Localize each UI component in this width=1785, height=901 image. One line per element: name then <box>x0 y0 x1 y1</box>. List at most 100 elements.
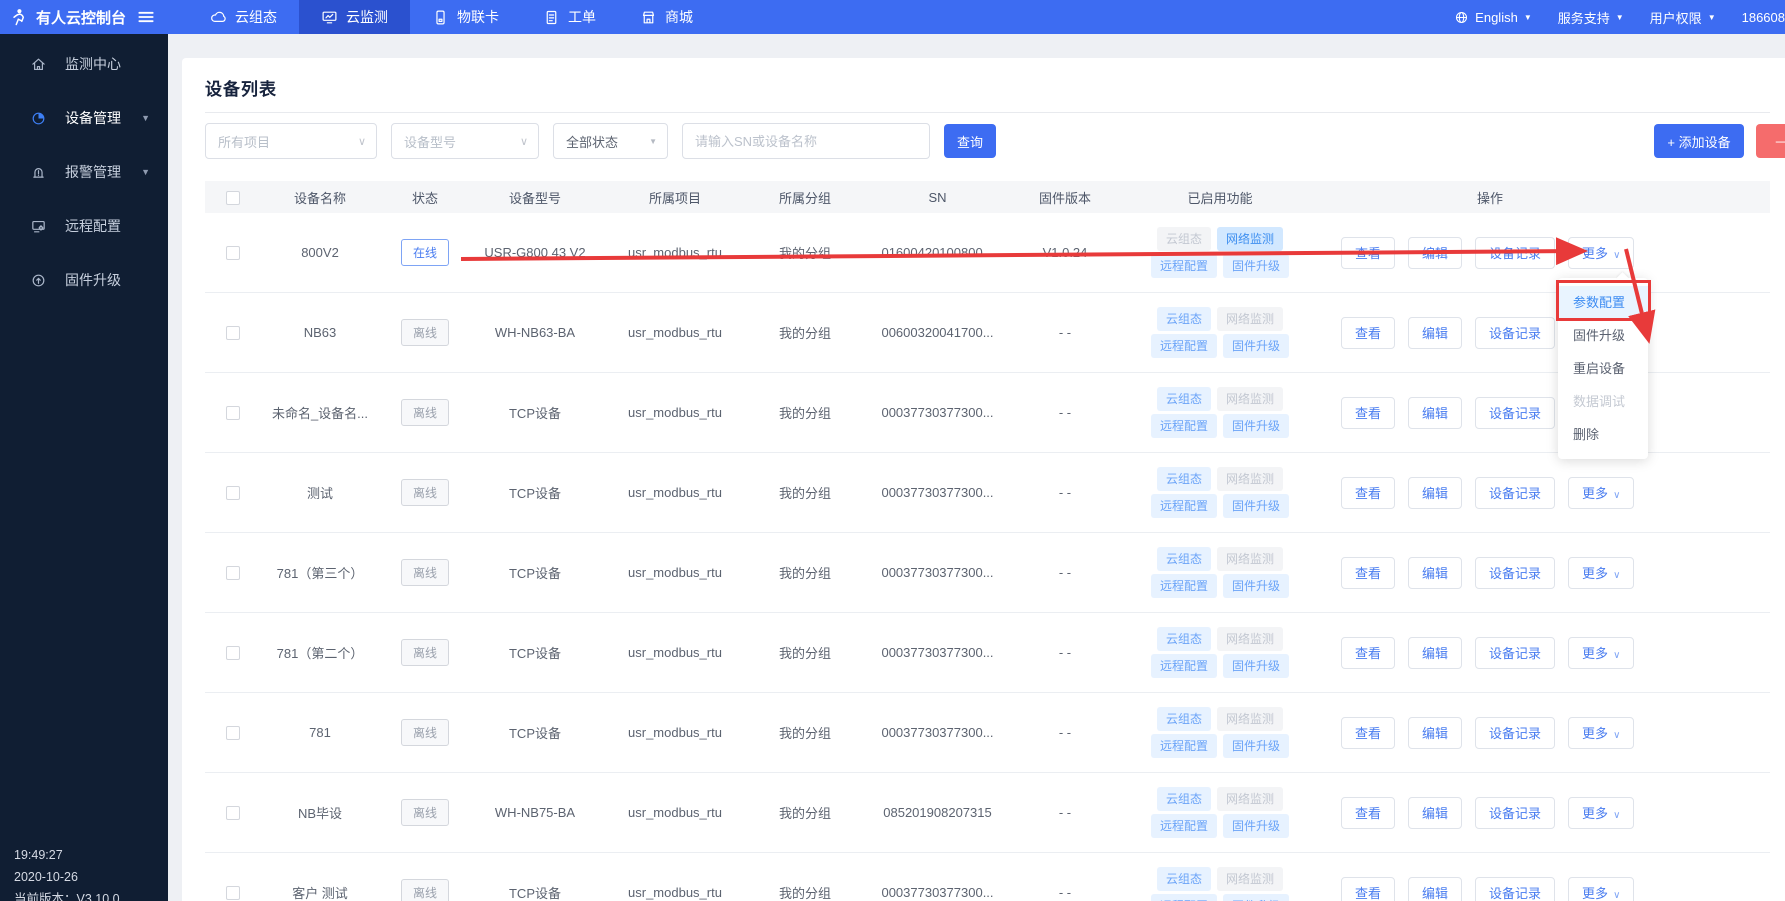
edit-button[interactable]: 编辑 <box>1408 477 1462 509</box>
nav-item-1[interactable]: 云组态 <box>188 0 299 34</box>
cell-group: 我的分组 <box>750 883 860 901</box>
sidebar-item-label: 固件升级 <box>65 270 121 290</box>
usr-person-logo-icon <box>9 7 29 27</box>
row-checkbox[interactable] <box>226 726 240 740</box>
status-select[interactable]: 全部状态 ▼ <box>553 123 668 159</box>
cell-device-model: TCP设备 <box>470 563 600 582</box>
feature-tag-line: 远程配置固件升级 <box>1115 814 1325 838</box>
edit-button[interactable]: 编辑 <box>1408 797 1462 829</box>
view-button[interactable]: 查看 <box>1341 797 1395 829</box>
cell-sn: 00600320041700... <box>860 325 1015 340</box>
view-button[interactable]: 查看 <box>1341 397 1395 429</box>
row-actions: 查看编辑设备记录更多∨ <box>1325 877 1770 901</box>
row-actions: 查看编辑设备记录更多∨ <box>1325 397 1770 429</box>
main-content: 设备列表 所有项目 ∨ 设备型号 ∨ 全部状态 ▼ 查询 + 添加设备 － 设备… <box>168 34 1785 901</box>
row-checkbox[interactable] <box>226 806 240 820</box>
device-record-button[interactable]: 设备记录 <box>1475 317 1555 349</box>
edit-button[interactable]: 编辑 <box>1408 317 1462 349</box>
dropdown-item[interactable]: 固件升级 <box>1558 319 1648 352</box>
feature-tag-line: 云组态网络监测 <box>1115 227 1325 251</box>
dropdown-item[interactable]: 重启设备 <box>1558 352 1648 385</box>
edit-button[interactable]: 编辑 <box>1408 237 1462 269</box>
add-device-button[interactable]: + 添加设备 <box>1654 124 1744 158</box>
nav-item-2[interactable]: 云监测 <box>299 0 410 34</box>
hamburger-menu-icon[interactable] <box>136 7 156 27</box>
view-button[interactable]: 查看 <box>1341 477 1395 509</box>
feature-tag: 云组态 <box>1157 227 1211 251</box>
edit-button[interactable]: 编辑 <box>1408 637 1462 669</box>
column-header: SN <box>860 190 1015 205</box>
sidebar-item-label: 报警管理 <box>65 162 121 182</box>
row-checkbox[interactable] <box>226 486 240 500</box>
select-all-checkbox[interactable] <box>226 191 240 205</box>
nav-item-3[interactable]: 物联卡 <box>410 0 521 34</box>
chevron-down-icon: ▼ <box>1616 13 1624 22</box>
sidebar-item-4[interactable]: 远程配置 <box>0 199 168 253</box>
device-record-button[interactable]: 设备记录 <box>1475 797 1555 829</box>
view-button[interactable]: 查看 <box>1341 237 1395 269</box>
language-switcher[interactable]: English ▼ <box>1454 10 1532 25</box>
model-select[interactable]: 设备型号 ∨ <box>391 123 539 159</box>
device-record-button[interactable]: 设备记录 <box>1475 637 1555 669</box>
permissions-menu[interactable]: 用户权限 ▼ <box>1650 8 1716 27</box>
model-select-placeholder: 设备型号 <box>404 132 456 151</box>
search-input[interactable] <box>682 123 930 159</box>
view-button[interactable]: 查看 <box>1341 637 1395 669</box>
dropdown-item[interactable]: 参数配置 <box>1558 286 1648 319</box>
logo[interactable]: 有人云控制台 <box>0 7 168 28</box>
dropdown-item[interactable]: 删除 <box>1558 418 1648 451</box>
more-button[interactable]: 更多∨ <box>1568 637 1634 669</box>
nav-item-4[interactable]: 工单 <box>521 0 618 34</box>
edit-button[interactable]: 编辑 <box>1408 717 1462 749</box>
support-menu[interactable]: 服务支持 ▼ <box>1558 8 1624 27</box>
sidebar-item-2[interactable]: 设备管理▼ <box>0 91 168 145</box>
device-record-button[interactable]: 设备记录 <box>1475 477 1555 509</box>
view-button[interactable]: 查看 <box>1341 877 1395 901</box>
cell-device-model: TCP设备 <box>470 643 600 662</box>
sidebar-item-1[interactable]: 监测中心 <box>0 37 168 91</box>
nav-item-5[interactable]: 商城 <box>618 0 715 34</box>
dropdown-item: 数据调试 <box>1558 385 1648 418</box>
nav-item-label: 商城 <box>665 7 693 27</box>
sidebar-item-label: 设备管理 <box>65 108 121 128</box>
more-button[interactable]: 更多∨ <box>1568 877 1634 901</box>
more-button[interactable]: 更多∨ <box>1568 717 1634 749</box>
more-button[interactable]: 更多∨ <box>1568 557 1634 589</box>
sidebar-item-3[interactable]: 报警管理▼ <box>0 145 168 199</box>
device-record-button[interactable]: 设备记录 <box>1475 717 1555 749</box>
chevron-down-icon: ∨ <box>1613 490 1620 501</box>
cell-device-model: USR-G800 43 V2 <box>470 245 600 260</box>
view-button[interactable]: 查看 <box>1341 717 1395 749</box>
row-checkbox[interactable] <box>226 246 240 260</box>
edit-button[interactable]: 编辑 <box>1408 557 1462 589</box>
more-button[interactable]: 更多∨ <box>1568 477 1634 509</box>
account-number[interactable]: 186608 <box>1742 10 1785 25</box>
feature-tag: 固件升级 <box>1223 814 1289 838</box>
table-row: 客户 测试离线TCP设备usr_modbus_rtu我的分组0003773037… <box>205 853 1770 901</box>
row-checkbox[interactable] <box>226 646 240 660</box>
cell-features: 云组态网络监测远程配置固件升级 <box>1115 784 1325 841</box>
edit-button[interactable]: 编辑 <box>1408 877 1462 901</box>
feature-tag: 固件升级 <box>1223 734 1289 758</box>
search-button[interactable]: 查询 <box>944 124 996 158</box>
device-record-button[interactable]: 设备记录 <box>1475 397 1555 429</box>
device-record-button[interactable]: 设备记录 <box>1475 557 1555 589</box>
edit-button[interactable]: 编辑 <box>1408 397 1462 429</box>
device-record-button[interactable]: 设备记录 <box>1475 237 1555 269</box>
row-checkbox[interactable] <box>226 406 240 420</box>
more-button[interactable]: 更多∨ <box>1568 797 1634 829</box>
row-checkbox[interactable] <box>226 886 240 900</box>
row-actions: 查看编辑设备记录更多∨ <box>1325 237 1770 269</box>
view-button[interactable]: 查看 <box>1341 317 1395 349</box>
project-select[interactable]: 所有项目 ∨ <box>205 123 377 159</box>
device-record-button[interactable]: 设备记录 <box>1475 877 1555 901</box>
delete-device-button[interactable]: － <box>1756 124 1785 158</box>
cell-device-name: 未命名_设备名... <box>260 403 380 422</box>
sidebar-item-5[interactable]: 固件升级 <box>0 253 168 307</box>
view-button[interactable]: 查看 <box>1341 557 1395 589</box>
row-checkbox[interactable] <box>226 326 240 340</box>
more-button[interactable]: 更多∨ <box>1568 237 1634 269</box>
row-actions: 查看编辑设备记录更多∨ <box>1325 797 1770 829</box>
work-order-icon <box>543 9 560 26</box>
row-checkbox[interactable] <box>226 566 240 580</box>
